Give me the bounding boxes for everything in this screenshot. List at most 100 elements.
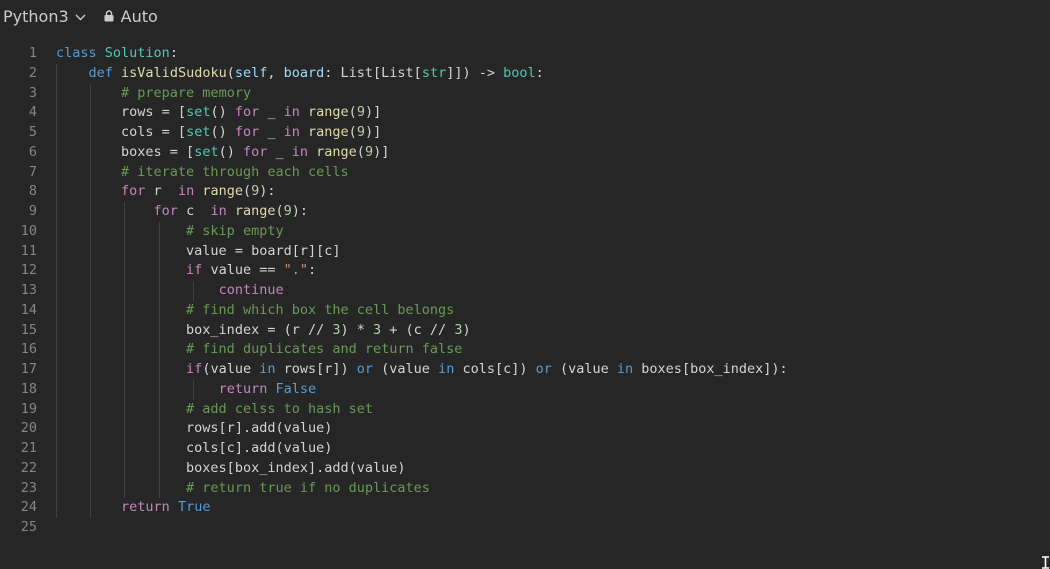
line-number: 11 [20,242,37,259]
code-token: bool [503,64,536,81]
code-text: box_index = (r // 3) * 3 + (c // 3) [56,321,471,341]
code-token: str [421,64,447,81]
code-token: ) * [340,321,374,338]
line-number: 4 [28,104,37,121]
code-token: + (c // [381,321,455,338]
code-line[interactable]: 19 # add celss to hash set [0,399,1050,420]
code-text: def isValidSudoku(self, board: List[List… [56,64,544,84]
code-token: def [88,64,113,81]
code-token: 9 [356,124,365,140]
code-line[interactable]: 25 [0,518,1050,538]
line-number: 5 [28,124,37,140]
language-select[interactable]: Python3 [3,7,86,26]
code-line[interactable]: 6 boxes = [set() for _ in range(9)] [0,142,1050,163]
code-line[interactable]: 14 # find which box the cell belongs [0,300,1050,321]
code-line[interactable]: 17 if(value in rows[r]) or (value in col… [0,360,1050,380]
code-text: # find which box the cell belongs [56,301,454,321]
code-token: _ [267,143,292,160]
line-number: 23 [20,479,37,496]
code-token: ) [462,321,471,338]
code-token: value = board[r][c] [186,242,341,259]
code-token: range [308,124,349,140]
code-token: )] [364,104,382,121]
code-text: class Solution: [56,44,178,64]
code-line[interactable]: 2 def isValidSudoku(self, board: List[Li… [0,63,1050,84]
line-number: 20 [20,420,37,437]
code-line[interactable]: 16 # find duplicates and return false [0,340,1050,360]
code-line[interactable]: 22 boxes[box_index].add(value) [0,458,1050,479]
code-line[interactable]: 23 # return true if no duplicates [0,478,1050,499]
line-number: 15 [20,321,37,338]
code-token: isValidSudoku [121,64,227,81]
code-line[interactable]: 1 class Solution: [0,44,1050,64]
code-token: _ [259,104,284,121]
code-line[interactable]: 3 # prepare memory [0,83,1050,104]
code-line[interactable]: 20 rows[r].add(value) [0,419,1050,439]
code-token: in [210,203,227,219]
code-token: boxes = [ [121,143,195,160]
code-token: r [145,183,178,200]
code-token: "." [283,262,308,279]
code-line[interactable]: 21 cols[c].add(value) [0,439,1050,459]
code-token: ): [291,203,309,219]
code-token: for [242,143,268,160]
code-line[interactable]: 4 rows = [set() for _ in range(9)] [0,103,1050,123]
code-token: cols = [ [121,124,187,140]
code-token: (value [551,361,617,377]
code-token: # find which box the cell belongs [186,301,455,318]
line-number: 19 [20,400,37,417]
code-token: ( [226,64,235,81]
code-token: cols[c].add(value) [186,440,333,456]
code-token: ( [275,203,284,219]
code-token: _ [259,124,284,140]
line-number: 9 [28,203,37,219]
code-line[interactable]: 11 value = board[r][c] [0,241,1050,262]
code-token: in [616,361,634,377]
code-line[interactable]: 13 continue [0,281,1050,301]
code-token: cols[c]) [454,361,536,377]
code-token: in [259,361,276,377]
code-text: # add celss to hash set [56,400,373,420]
code-token: in [438,361,455,377]
auto-mode-toggle[interactable]: Auto [104,7,158,26]
line-number: 16 [20,341,37,358]
code-token: # return true if no duplicates [186,479,430,496]
code-token: )] [373,143,390,160]
line-number: 2 [28,64,37,81]
code-token: boxes[box_index].add(value) [186,459,406,476]
code-token: : [535,64,544,81]
code-line[interactable]: 10 # skip empty [0,221,1050,242]
code-token: in [177,183,195,200]
code-editor[interactable]: 1 class Solution: 2 def isValidSudoku(self… [0,44,1050,544]
code-text: value = board[r][c] [56,242,340,262]
line-number: 8 [28,183,37,200]
code-line[interactable]: 9 for c in range(9): [0,202,1050,222]
line-number: 22 [20,459,37,476]
editor-toolbar: Python3 Auto [0,0,1050,32]
code-token: 9 [283,203,292,219]
chevron-down-icon [75,14,86,21]
code-token: ( [348,104,357,121]
code-token: ( [356,143,365,160]
code-text: # iterate through each cells [56,163,349,183]
code-text: if(value in rows[r]) or (value in cols[c… [56,360,788,380]
code-token: range [316,143,357,160]
code-line[interactable]: 24 return True [0,498,1050,518]
code-line[interactable]: 5 cols = [set() for _ in range(9)] [0,123,1050,143]
code-line[interactable]: 18 return False [0,379,1050,400]
code-line[interactable]: 8 for r in range(9): [0,182,1050,202]
code-text: # return true if no duplicates [56,479,430,499]
code-token: : [169,45,178,61]
code-line[interactable]: 12 if value == ".": [0,261,1050,281]
code-token: 9 [364,143,374,160]
language-label: Python3 [3,6,69,26]
code-token: (value [202,361,260,377]
code-line[interactable]: 7 # iterate through each cells [0,162,1050,183]
code-token: rows[r]) [275,361,357,377]
auto-mode-label: Auto [120,6,158,26]
code-token: # add celss to hash set [186,400,373,417]
code-token: Solution [104,45,170,61]
code-line[interactable]: 15 box_index = (r // 3) * 3 + (c // 3) [0,320,1050,341]
